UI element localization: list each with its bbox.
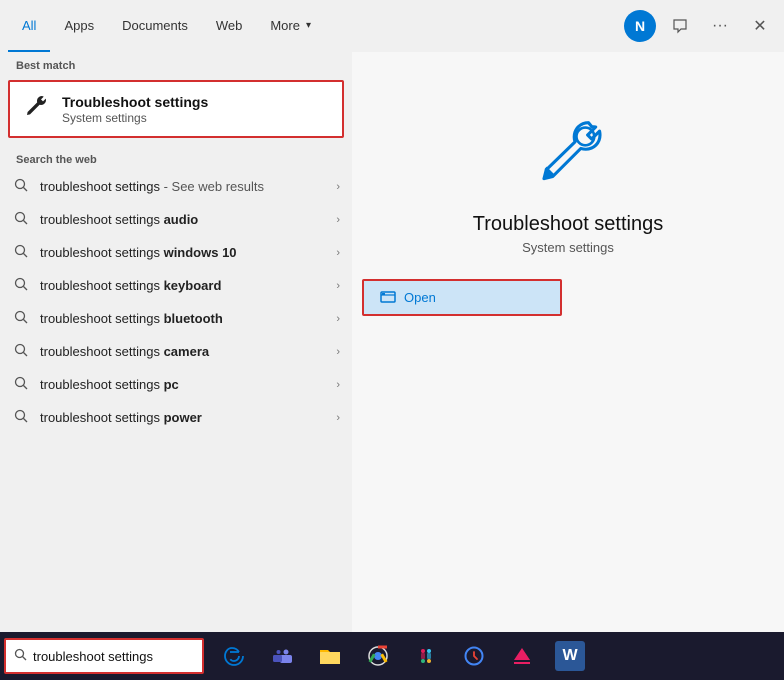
result-text: troubleshoot settings keyboard <box>40 278 326 293</box>
best-match-item[interactable]: Troubleshoot settings System settings <box>8 80 344 138</box>
left-spacer <box>0 434 352 632</box>
right-title: Troubleshoot settings <box>473 213 663 236</box>
taskbar-search-icon <box>14 648 27 664</box>
tab-web[interactable]: Web <box>202 0 257 52</box>
right-subtitle: System settings <box>522 240 614 255</box>
chevron-right-icon: › <box>336 313 340 325</box>
close-icon[interactable]: ✕ <box>744 10 776 42</box>
taskbar-app-explorer[interactable] <box>308 634 352 678</box>
best-match-subtitle: System settings <box>62 111 208 125</box>
chevron-right-icon: › <box>336 280 340 292</box>
taskbar-apps: W <box>212 634 784 678</box>
open-button-row: Open <box>362 279 774 316</box>
taskbar-app-paint[interactable] <box>500 634 544 678</box>
right-wrench-icon <box>528 112 608 197</box>
chevron-right-icon: › <box>336 379 340 391</box>
open-button[interactable]: Open <box>362 279 562 316</box>
chevron-right-icon: › <box>336 214 340 226</box>
list-item[interactable]: troubleshoot settings audio › <box>0 203 352 236</box>
taskbar-app-slack[interactable] <box>404 634 448 678</box>
result-text: troubleshoot settings audio <box>40 212 326 227</box>
search-icon <box>12 376 30 393</box>
search-icon <box>12 310 30 327</box>
ellipsis-icon[interactable]: ··· <box>704 10 736 42</box>
search-panel: All Apps Documents Web More ▾ N ··· ✕ <box>0 0 784 680</box>
tab-more[interactable]: More ▾ <box>256 0 325 52</box>
best-match-text: Troubleshoot settings System settings <box>62 94 208 125</box>
search-icon <box>12 244 30 261</box>
list-item[interactable]: troubleshoot settings camera › <box>0 335 352 368</box>
tab-documents[interactable]: Documents <box>108 0 202 52</box>
best-match-title: Troubleshoot settings <box>62 94 208 110</box>
chevron-down-icon: ▾ <box>306 20 311 31</box>
result-text: troubleshoot settings - See web results <box>40 179 326 194</box>
search-icon <box>12 343 30 360</box>
feedback-icon[interactable] <box>664 10 696 42</box>
list-item[interactable]: troubleshoot settings power › <box>0 401 352 434</box>
list-item[interactable]: troubleshoot settings bluetooth › <box>0 302 352 335</box>
taskbar-app-gsuite[interactable] <box>452 634 496 678</box>
tab-all[interactable]: All <box>8 0 50 52</box>
tab-apps[interactable]: Apps <box>50 0 108 52</box>
list-item[interactable]: troubleshoot settings - See web results … <box>0 170 352 203</box>
list-item[interactable]: troubleshoot settings pc › <box>0 368 352 401</box>
result-text: troubleshoot settings power <box>40 410 326 425</box>
wrench-icon <box>22 92 50 126</box>
chevron-right-icon: › <box>336 412 340 424</box>
search-icon <box>12 277 30 294</box>
search-icon <box>12 178 30 195</box>
open-label: Open <box>404 290 436 305</box>
taskbar-app-edge[interactable] <box>212 634 256 678</box>
chevron-right-icon: › <box>336 181 340 193</box>
chevron-right-icon: › <box>336 346 340 358</box>
taskbar-app-word[interactable]: W <box>548 634 592 678</box>
list-item[interactable]: troubleshoot settings windows 10 › <box>0 236 352 269</box>
taskbar-search-text: troubleshoot settings <box>33 649 153 664</box>
right-panel: Troubleshoot settings System settings Op… <box>352 52 784 632</box>
taskbar: troubleshoot settings <box>0 632 784 680</box>
list-item[interactable]: troubleshoot settings keyboard › <box>0 269 352 302</box>
search-icon <box>12 409 30 426</box>
web-section-label: Search the web <box>0 146 352 170</box>
result-text: troubleshoot settings windows 10 <box>40 245 326 260</box>
avatar[interactable]: N <box>624 10 656 42</box>
left-panel: Best match Troubleshoot settings System … <box>0 52 352 632</box>
nav-tabs: All Apps Documents Web More ▾ N ··· ✕ <box>0 0 784 52</box>
best-match-label: Best match <box>0 52 352 76</box>
result-text: troubleshoot settings camera <box>40 344 326 359</box>
taskbar-app-chrome[interactable] <box>356 634 400 678</box>
taskbar-app-teams[interactable] <box>260 634 304 678</box>
result-text: troubleshoot settings bluetooth <box>40 311 326 326</box>
search-icon <box>12 211 30 228</box>
nav-right-controls: N ··· ✕ <box>624 10 776 42</box>
taskbar-search[interactable]: troubleshoot settings <box>4 638 204 674</box>
web-results-section: Search the web troubleshoot settings - S… <box>0 146 352 434</box>
chevron-right-icon: › <box>336 247 340 259</box>
result-text: troubleshoot settings pc <box>40 377 326 392</box>
content-area: Best match Troubleshoot settings System … <box>0 52 784 632</box>
open-window-icon <box>380 289 396 306</box>
